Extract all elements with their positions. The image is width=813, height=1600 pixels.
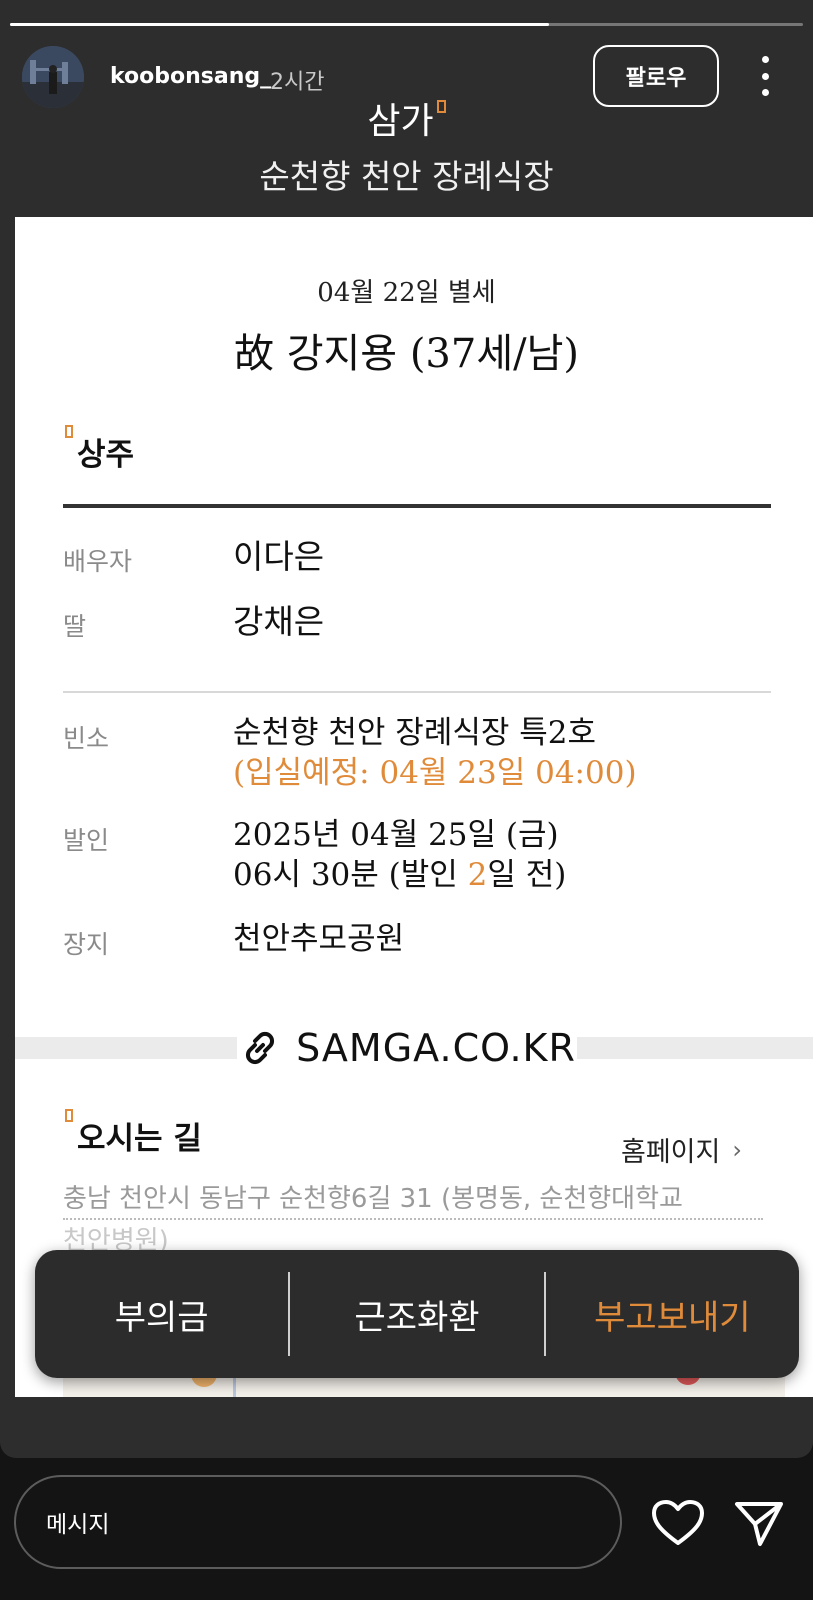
directions-heading: 오시는 길 <box>65 1109 202 1158</box>
homepage-link[interactable]: 홈페이지 › <box>621 1130 742 1169</box>
flowers-button[interactable]: 근조화환 <box>290 1250 543 1378</box>
spouse-label: 배우자 <box>63 547 133 576</box>
action-bar: 부의금 근조화환 부고보내기 <box>35 1250 799 1378</box>
deceased-name: 故 강지용 (37세/남) <box>233 331 579 377</box>
burial-value: 천안추모공원 <box>233 921 405 957</box>
death-date: 04월 22일 별세 <box>317 278 496 308</box>
departure-date: 2025년 04월 25일 (금) <box>233 817 559 853</box>
funeral-home-title: 순천향 천안 장례식장 <box>259 157 554 196</box>
room-label: 빈소 <box>63 724 110 753</box>
section-mark <box>65 1109 73 1122</box>
brand-logo: 삼가 <box>0 92 813 144</box>
obituary-card: 04월 22일 별세 故 강지용 (37세/남) 상주 배우자 이다은 딸 강채… <box>15 217 813 1397</box>
daughter-value: 강채은 <box>233 602 325 641</box>
address-text[interactable]: 충남 천안시 동남구 순천향6길 31 (봉명동, 순천향대학교 <box>63 1181 763 1220</box>
message-placeholder: 메시지 <box>46 1512 110 1538</box>
daughter-label: 딸 <box>63 612 87 641</box>
brand-mark <box>436 100 446 113</box>
chevron-right-icon: › <box>732 1135 742 1164</box>
spouse-value: 이다은 <box>233 537 325 576</box>
divider <box>63 691 771 693</box>
story-progress-fill <box>10 23 550 26</box>
section-mark <box>65 425 73 438</box>
condolence-money-button[interactable]: 부의금 <box>35 1250 288 1378</box>
message-input[interactable]: 메시지 <box>14 1475 622 1569</box>
departure-time: 06시 30분 (발인 2일 전) <box>233 857 567 893</box>
link-icon <box>246 1031 275 1065</box>
send-notice-button[interactable]: 부고보내기 <box>546 1250 799 1378</box>
heart-icon[interactable] <box>650 1498 706 1548</box>
room-value: 순천향 천안 장례식장 특2호 <box>233 715 597 751</box>
room-checkin-note: (입실예정: 04월 23일 04:00) <box>233 755 637 791</box>
departure-label: 발인 <box>63 826 110 855</box>
story-frame[interactable]: koobonsang_ 2시간 팔로우 삼가 순천향 천안 장례식장 04월 2… <box>0 0 813 1458</box>
burial-label: 장지 <box>63 930 110 959</box>
section-divider <box>63 504 771 508</box>
username[interactable]: koobonsang_ <box>110 64 271 89</box>
samga-link-text: SAMGA.CO.KR <box>296 1026 576 1070</box>
story-progress-bar <box>10 23 803 26</box>
chief-mourner-heading: 상주 <box>65 425 134 474</box>
more-options-icon[interactable] <box>756 56 774 96</box>
send-icon[interactable] <box>733 1498 785 1548</box>
departure-days: 2 <box>467 857 488 893</box>
samga-link[interactable]: SAMGA.CO.KR <box>237 1017 577 1079</box>
brand-text: 삼가 <box>367 101 434 142</box>
